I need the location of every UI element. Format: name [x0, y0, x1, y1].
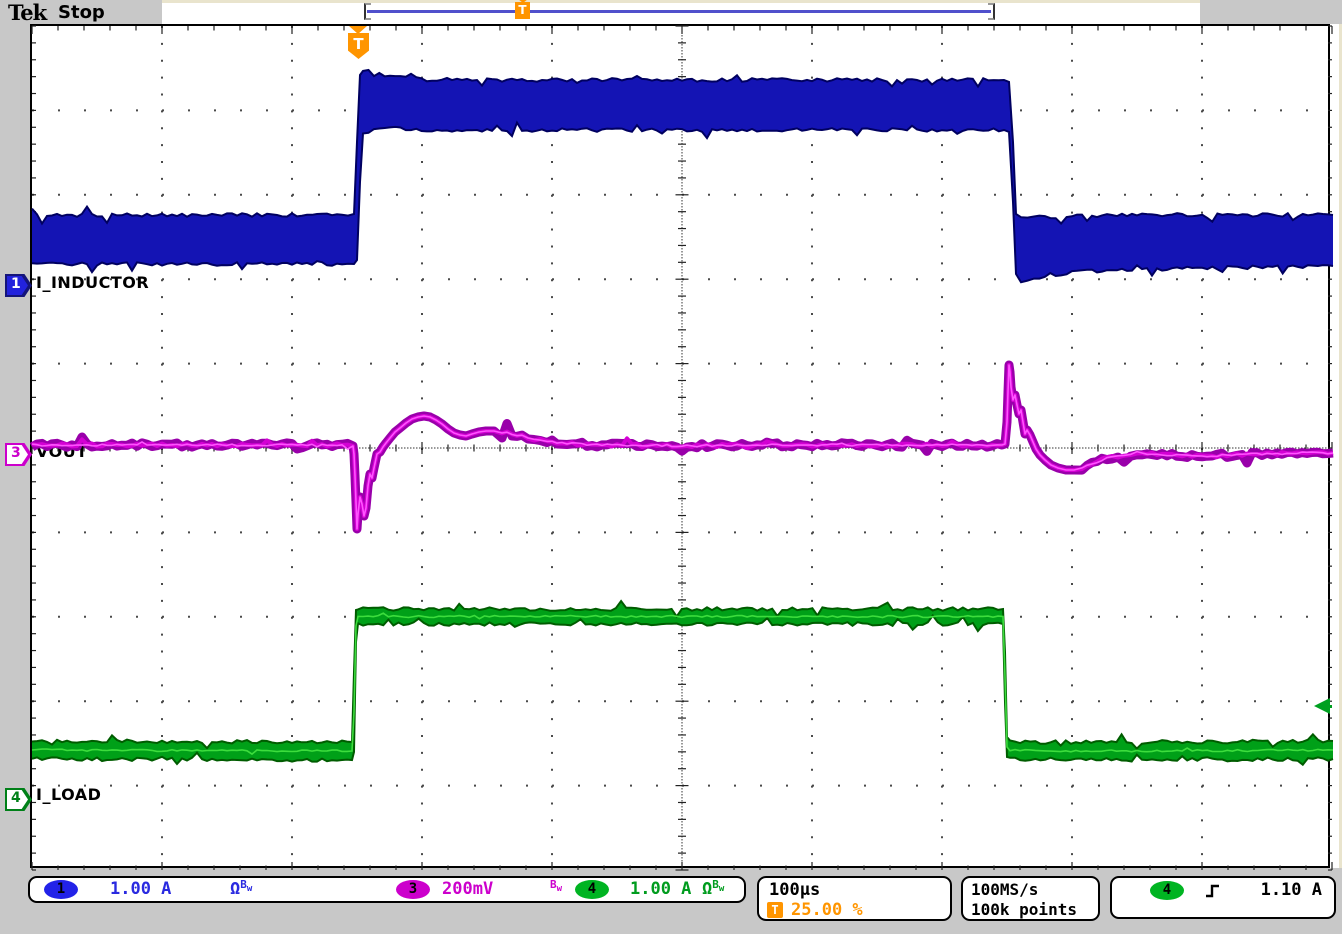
ch1-position-marker[interactable]: 1	[5, 274, 32, 297]
trigger-readout: 4 1.10 A	[1110, 876, 1336, 919]
ch4-bandwidth-icon: B	[712, 878, 719, 891]
record-view-left-bracket	[364, 3, 371, 20]
ch3-position-marker[interactable]: 3	[5, 443, 32, 466]
ch4-scale-readout: 1.00 A	[630, 879, 691, 899]
timebase-scale: 100µs	[769, 880, 820, 900]
ch4-coupling-bandwidth: ΩBw	[702, 879, 724, 899]
trigger-level-readout: 1.10 A	[1261, 880, 1322, 900]
trigger-position-percent: 25.00 %	[791, 900, 863, 920]
channel-readouts: 1 1.00 A ΩBw 3 200mV Bw 4 1.00 A ΩBw	[28, 876, 746, 903]
oscilloscope-screen: Tek Stop T I_INDUCTOR VOUT I_LOAD T 1 3 …	[0, 0, 1342, 934]
waveform-display[interactable]: I_INDUCTOR VOUT I_LOAD T 1 3 4	[30, 24, 1330, 868]
ch1-badge[interactable]: 1	[44, 880, 78, 899]
acquisition-status: Stop	[58, 2, 105, 23]
record-view-line	[367, 10, 991, 13]
record-view-right-bracket	[988, 3, 995, 20]
ch4-impedance-icon: Ω	[702, 879, 712, 899]
record-length: 100k points	[971, 900, 1077, 919]
ch3-bandwidth-icon: B	[550, 878, 557, 891]
top-right-panel	[1200, 0, 1342, 24]
ch4-bandwidth-sub: w	[719, 884, 724, 894]
ch3-scale-readout: 200mV	[442, 879, 493, 899]
waveform-canvas	[30, 24, 1334, 872]
sample-rate: 100MS/s	[971, 880, 1038, 899]
ch1-scale-readout: 1.00 A	[110, 879, 171, 899]
ch3-badge[interactable]: 3	[396, 880, 430, 899]
ch4-marker-number: 4	[11, 790, 21, 806]
record-view-trigger-icon[interactable]: T	[515, 2, 530, 19]
tek-logo: Tek	[8, 0, 46, 25]
ch1-bandwidth-sub: w	[247, 884, 252, 894]
ch3-bandwidth: Bw	[550, 879, 562, 899]
ch1-coupling-bandwidth: ΩBw	[230, 879, 252, 899]
ch3-marker-number: 3	[11, 445, 21, 461]
ch1-impedance-icon: Ω	[230, 879, 240, 899]
trigger-t-icon: T	[767, 902, 783, 918]
ch1-marker-number: 1	[11, 276, 21, 292]
ch1-bandwidth-icon: B	[240, 878, 247, 891]
trigger-position-arrow-icon[interactable]	[349, 26, 367, 34]
timebase-readout: 100µs T 25.00 %	[757, 876, 952, 921]
ch4-position-marker[interactable]: 4	[5, 788, 32, 811]
trigger-source-badge[interactable]: 4	[1150, 881, 1184, 900]
rising-edge-icon	[1204, 882, 1222, 900]
acquisition-readout: 100MS/s 100k points	[961, 876, 1100, 921]
trigger-level-tail	[1328, 705, 1332, 708]
ch3-bandwidth-sub: w	[557, 884, 562, 894]
logo-area: Tek Stop	[0, 0, 162, 24]
ch4-badge[interactable]: 4	[575, 880, 609, 899]
